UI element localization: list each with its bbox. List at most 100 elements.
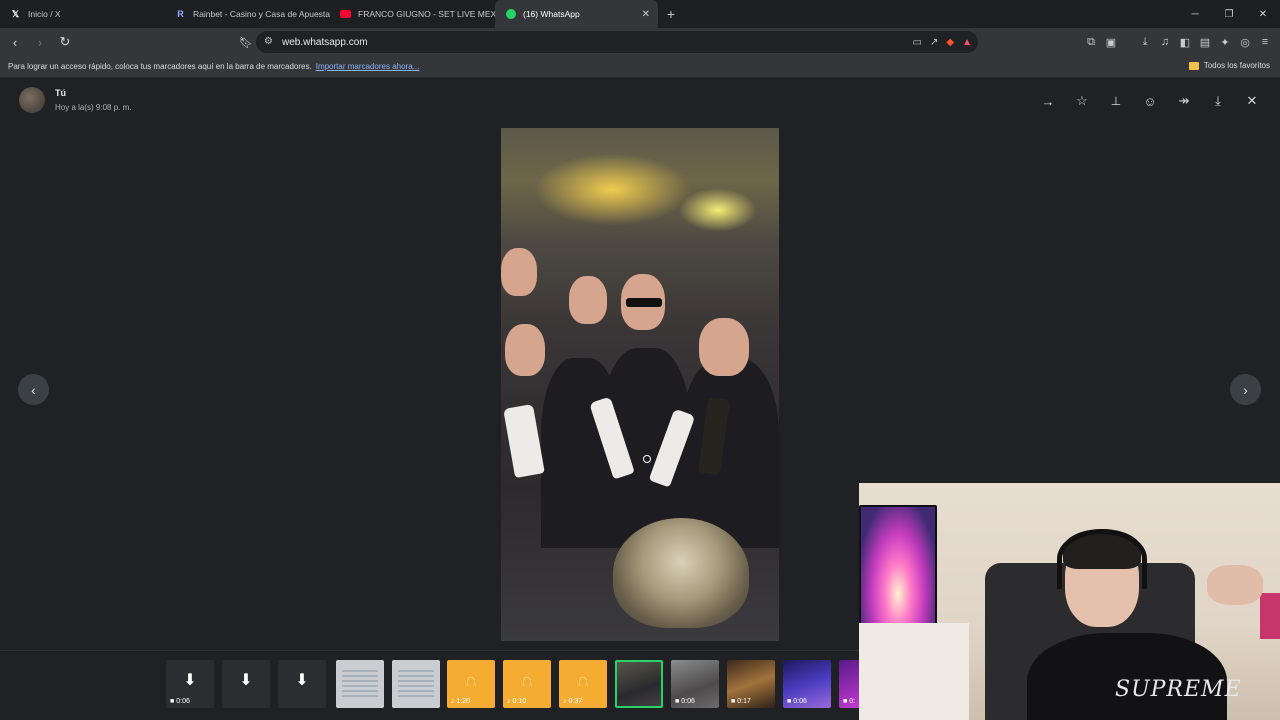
photo-face [569,276,607,324]
bookmark-icon[interactable]: 🔖︎ [236,32,256,52]
thumbnail-audio[interactable]: ∩ ♪ 0:10 [503,660,551,708]
video-icon: ■ [731,698,736,705]
video-icon: ■ [843,698,848,705]
avatar [19,87,45,113]
viewer-actions: → ☆ ⊥ ☺ ↠ ⤓ ✕ [1038,92,1262,110]
download-arrow-icon: ⬇ [239,672,253,689]
emoji-icon[interactable]: ☺ [1140,92,1160,110]
photo-face [505,324,545,376]
rainbet-icon: R [177,9,184,19]
thumbnail-audio[interactable]: ∩ ♪ 1:20 [447,660,495,708]
headphones-icon: ∩ [520,669,534,690]
tv-screen [861,507,935,623]
headphones-icon: ∩ [464,669,478,690]
new-tab-icon[interactable]: + [658,0,684,28]
thumbnail-photo-selected[interactable] [615,660,663,708]
minimize-icon[interactable]: ─ [1178,0,1212,28]
tab-whatsapp[interactable]: (16) WhatsApp ✕ [495,0,658,28]
browser-tab-strip: 𝕏 Inicio / X R Rainbet - Casino y Casa d… [0,0,1280,28]
thumbnail-duration: ■ 0:06 [675,698,695,705]
divider [1124,32,1132,52]
thumbnail-download[interactable]: ⬇ [278,660,326,708]
browser-toolbar: ‹ › ↻ 🔖︎ ⚙ web.whatsapp.com ▭ ↗ ◆ ▲ ⧉ ▣ … [0,28,1280,56]
thumbnail-duration: ■ 0:06 [170,698,190,705]
thumbnail-download[interactable]: ⬇ [222,660,270,708]
whatsapp-icon [505,9,516,20]
shirt-logo: SUPREME [1115,677,1242,702]
streamer-hand [1207,565,1263,605]
thumbnail-audio[interactable]: ∩ ♪ 0:37 [559,660,607,708]
leo-ai-icon[interactable]: ✦ [1218,32,1232,52]
chevron-right-icon: › [1243,381,1248,398]
forward-icon[interactable]: ↠ [1174,92,1194,110]
extensions-icon[interactable]: ⧉ [1084,32,1098,52]
tab-inicio-x[interactable]: 𝕏 Inicio / X [0,0,165,28]
tab-label: FRANCO GIUGNO - SET LIVE MEXICO [358,9,495,19]
pin-icon[interactable]: ⊥ [1106,92,1126,110]
thumbnail-video[interactable]: ■ 0:06 [671,660,719,708]
headset [1057,529,1147,589]
address-bar[interactable]: ⚙ web.whatsapp.com ▭ ↗ ◆ ▲ [256,31,978,53]
tab-youtube[interactable]: FRANCO GIUGNO - SET LIVE MEXICO [330,0,495,28]
brave-rewards-icon[interactable]: ▲ [962,37,972,48]
sunglasses [626,298,662,307]
thumbnail-video[interactable]: ■ 0:17 [727,660,775,708]
thumbnail-duration: ♪ 0:37 [563,698,583,705]
previous-media-button[interactable]: ‹ [18,374,49,405]
thumbnail-video[interactable]: ■ 0:06 [783,660,831,708]
close-icon[interactable]: ✕ [1242,92,1262,110]
screenshot-icon[interactable]: ▣ [1104,32,1118,52]
media-photo[interactable] [501,128,779,641]
cursor-indicator [643,455,651,463]
restore-icon[interactable]: ❐ [1212,0,1246,28]
thumbnail-duration: ■ 0: [843,698,856,705]
next-media-button[interactable]: › [1230,374,1261,405]
url-text: web.whatsapp.com [282,36,368,48]
download-arrow-icon: ⬇ [295,672,309,689]
extensions-row: ⧉ ▣ ⤓ ♫ ◧ ▤ ✦ ◎ ≡ [1084,32,1272,52]
import-bookmarks-link[interactable]: Importar marcadores ahora... [316,62,420,71]
document-preview [342,670,378,698]
reload-icon[interactable]: ↻ [55,32,75,52]
photo-face [699,318,749,376]
thumbnail-video[interactable]: ■ 0: [839,660,860,708]
site-settings-icon[interactable]: ⚙ [264,36,273,47]
star-icon[interactable]: ☆ [1072,92,1092,110]
share-icon[interactable]: ↗ [930,37,938,48]
audio-icon: ♪ [451,698,455,705]
thumbnail-document[interactable] [392,660,440,708]
headphones-icon: ∩ [576,669,590,690]
folder-icon [1188,61,1199,70]
sender-name: Tú [55,88,66,98]
thumbnail-duration: ■ 0:17 [731,698,751,705]
thumbnail-strip: ⬇ ■ 0:06 ⬇ ⬇ ∩ ♪ 1:20 ∩ ♪ 0:10 ∩ ♪ 0:37 ■ 0:0… [0,650,860,720]
close-tab-icon[interactable]: ✕ [642,9,650,20]
favorites-label: Todos los favoritos [1203,61,1270,70]
thumbnail-duration: ■ 0:06 [787,698,807,705]
cast-icon[interactable]: ▭ [913,37,922,48]
back-icon[interactable]: ‹ [5,32,25,52]
wallet-icon[interactable]: ▤ [1198,32,1212,52]
downloads-icon[interactable]: ⤓ [1138,32,1152,52]
video-icon: ■ [787,698,792,705]
bookmarks-prompt: Para lograr un acceso rápido, coloca tus… [8,62,312,71]
audio-icon: ♪ [563,698,567,705]
brave-shield-icon[interactable]: ◆ [946,37,954,48]
download-icon[interactable]: ⤓ [1208,92,1228,110]
close-window-icon[interactable]: ✕ [1246,0,1280,28]
webcam-overlay: SUPREME [859,483,1280,720]
photo-bottle [503,403,545,479]
all-favorites-folder[interactable]: Todos los favoritos [1188,61,1270,70]
thumbnail-download[interactable]: ⬇ ■ 0:06 [166,660,214,708]
tv-monitor [859,505,937,627]
thumbnail-document[interactable] [336,660,384,708]
forward-nav-icon[interactable]: › [30,32,50,52]
menu-icon[interactable]: ≡ [1258,32,1272,52]
media-icon[interactable]: ♫ [1158,32,1172,52]
thumbnail-duration: ♪ 0:10 [507,698,527,705]
sidebar-icon[interactable]: ◧ [1178,32,1192,52]
vpn-icon[interactable]: ◎ [1238,32,1252,52]
download-arrow-icon: ⬇ [183,672,197,689]
tab-rainbet[interactable]: R Rainbet - Casino y Casa de Apuestas [165,0,330,28]
go-to-message-icon[interactable]: → [1038,92,1058,110]
